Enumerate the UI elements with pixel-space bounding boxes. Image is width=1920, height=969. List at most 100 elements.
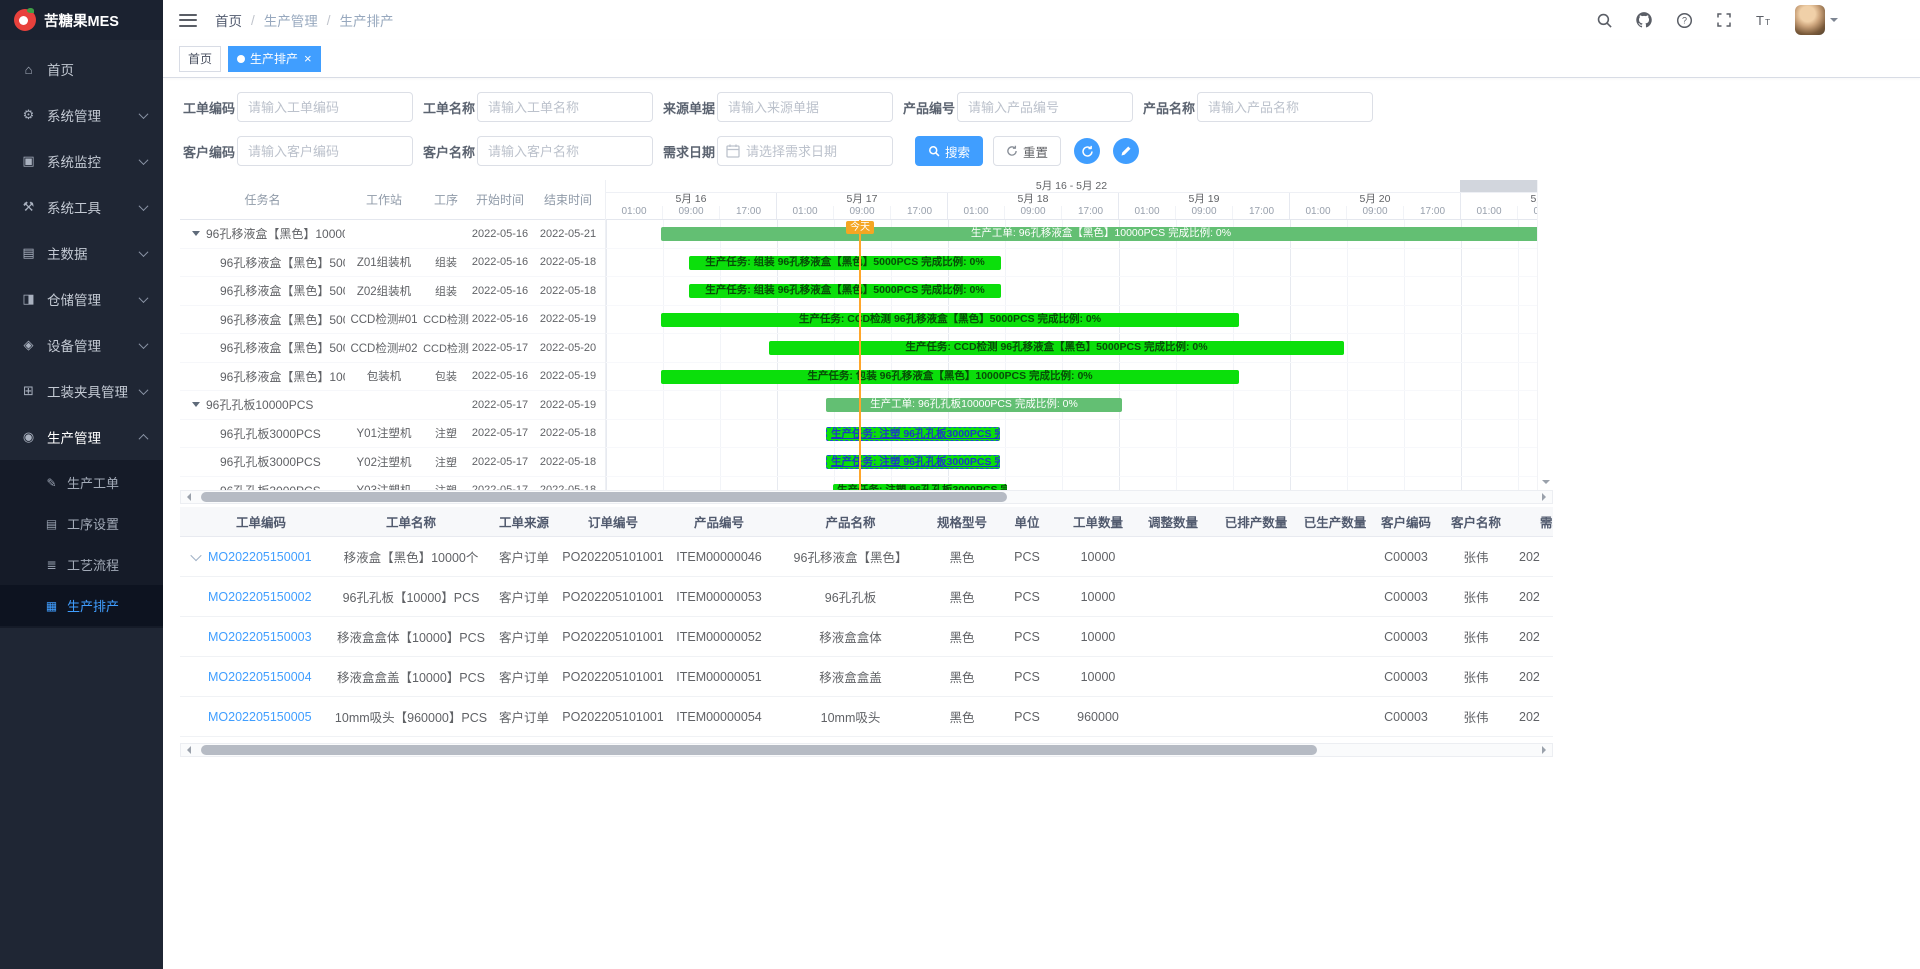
- filter-source-doc: 来源单据: [663, 92, 893, 122]
- customer-code-input[interactable]: [237, 136, 413, 166]
- sidebar-menu-item[interactable]: ◨ 仓储管理: [0, 276, 163, 322]
- workstation: Y01注塑机: [345, 425, 423, 441]
- font-size-icon[interactable]: TT: [1755, 11, 1773, 29]
- gantt-task-row[interactable]: 96孔移液盒【黑色】10000PCS 2022-05-16 2022-05-21: [180, 220, 605, 249]
- gantt-horizontal-scrollbar[interactable]: [180, 490, 1553, 504]
- sidebar-menu-label: 系统监控: [47, 151, 140, 171]
- edit-button[interactable]: [1113, 138, 1139, 164]
- gantt-bar[interactable]: 生产任务: 组装 96孔移液盒【黑色】5000PCS 完成比例: 0%: [689, 256, 1001, 270]
- product-code-input[interactable]: [957, 92, 1133, 122]
- scroll-left-arrow-icon[interactable]: [181, 744, 195, 756]
- sidebar-menu-label: 首页: [47, 59, 147, 79]
- breadcrumb-production[interactable]: 生产管理: [264, 10, 318, 30]
- order-row[interactable]: MO202205150003 移液盒盒体【10000】PCS 客户订单 PO20…: [180, 617, 1553, 657]
- work-order-link[interactable]: MO202205150005: [208, 710, 312, 724]
- sidebar-menu-item[interactable]: ⚙ 系统管理: [0, 92, 163, 138]
- task-name: 96孔移液盒【黑色】10000PCS: [206, 225, 345, 242]
- tools-icon: ⚒: [20, 199, 37, 215]
- fullscreen-icon[interactable]: [1715, 11, 1733, 29]
- user-menu[interactable]: [1795, 5, 1838, 35]
- order-row[interactable]: MO202205150002 96孔孔板【10000】PCS 客户订单 PO20…: [180, 577, 1553, 617]
- sidebar-submenu-item[interactable]: ≣ 工艺流程: [0, 544, 163, 585]
- product-name: 10mm吸头: [768, 707, 933, 726]
- gantt-bar[interactable]: 生产任务: CCD检测 96孔移液盒【黑色】5000PCS 完成比例: 0%: [661, 313, 1239, 327]
- tag-home[interactable]: 首页: [179, 46, 221, 72]
- gantt-task-row[interactable]: 96孔移液盒【黑色】5000PCS Z01组装机 组装 2022-05-16 2…: [180, 249, 605, 278]
- order-row[interactable]: MO202205150004 移液盒盒盖【10000】PCS 客户订单 PO20…: [180, 657, 1553, 697]
- gantt-bar[interactable]: 生产工单: 96孔移液盒【黑色】10000PCS 完成比例: 0%: [661, 227, 1537, 241]
- gantt-bar[interactable]: 生产任务: 包装 96孔移液盒【黑色】10000PCS 完成比例: 0%: [661, 370, 1239, 384]
- sidebar-submenu-item[interactable]: ▤ 工序设置: [0, 503, 163, 544]
- work-order-name: 移液盒盒体【10000】PCS: [330, 627, 492, 646]
- order-qty: 960000: [1063, 710, 1133, 724]
- product-name: 96孔孔板: [768, 587, 933, 606]
- source-doc-input[interactable]: [717, 92, 893, 122]
- tag-current[interactable]: 生产排产 ×: [228, 46, 321, 72]
- unit: PCS: [991, 550, 1063, 564]
- sidebar-menu-item[interactable]: ◈ 设备管理: [0, 322, 163, 368]
- search-icon[interactable]: [1595, 11, 1613, 29]
- gantt-task-row[interactable]: 96孔移液盒【黑色】5000PCS CCD检测#02 CCD检测 2022-05…: [180, 334, 605, 363]
- order-qty: 10000: [1063, 550, 1133, 564]
- task-name: 96孔移液盒【黑色】5000PCS: [220, 282, 345, 299]
- sidebar-menu-item[interactable]: ▣ 系统监控: [0, 138, 163, 184]
- end-time: 2022-05-20: [531, 342, 605, 354]
- work-order-link[interactable]: MO202205150002: [208, 590, 312, 604]
- tree-expand-icon[interactable]: [192, 402, 200, 411]
- search-button[interactable]: 搜索: [915, 136, 983, 166]
- gantt-task-row[interactable]: 96孔移液盒【黑色】5000PCS CCD检测#01 CCD检测 2022-05…: [180, 306, 605, 335]
- reset-button[interactable]: 重置: [993, 136, 1061, 166]
- hamburger-menu-icon[interactable]: [179, 14, 197, 27]
- work-order-link[interactable]: MO202205150001: [208, 550, 312, 564]
- scrollbar-thumb[interactable]: [201, 492, 1007, 502]
- process-settings-icon: ▤: [44, 517, 59, 531]
- gantt-task-row[interactable]: 96孔移液盒【黑色】10000PCS 包装机 包装 2022-05-16 202…: [180, 363, 605, 392]
- sidebar-menu-item[interactable]: ◉ 生产管理: [0, 414, 163, 460]
- process: CCD检测: [423, 311, 469, 327]
- gantt-task-row[interactable]: 96孔孔板10000PCS 2022-05-17 2022-05-19: [180, 391, 605, 420]
- sidebar-menu-item[interactable]: ⚒ 系统工具: [0, 184, 163, 230]
- demand-date-input[interactable]: [717, 136, 893, 166]
- scroll-left-arrow-icon[interactable]: [181, 491, 195, 503]
- sidebar-menu-item[interactable]: ▤ 主数据: [0, 230, 163, 276]
- sidebar-menu-item[interactable]: ⌂ 首页: [0, 46, 163, 92]
- start-time: 2022-05-17: [469, 484, 531, 490]
- work-order-name-input[interactable]: [477, 92, 653, 122]
- work-order-link[interactable]: MO202205150004: [208, 670, 312, 684]
- gantt-vertical-scrollbar[interactable]: [1537, 180, 1553, 490]
- close-icon[interactable]: ×: [304, 52, 312, 65]
- gantt-bar[interactable]: 生产任务: 注塑 96孔孔板3000PCS 完成比例: 0%: [826, 455, 1000, 469]
- order-row[interactable]: MO202205150005 10mm吸头【960000】PCS 客户订单 PO…: [180, 697, 1553, 737]
- scroll-right-arrow-icon[interactable]: [1538, 744, 1552, 756]
- gantt-task-row[interactable]: 96孔孔板3000PCS Y02注塑机 注塑 2022-05-17 2022-0…: [180, 448, 605, 477]
- task-name: 96孔移液盒【黑色】10000PCS: [220, 368, 345, 385]
- gantt-task-row[interactable]: 96孔移液盒【黑色】5000PCS Z02组装机 组装 2022-05-16 2…: [180, 277, 605, 306]
- work-order-link[interactable]: MO202205150003: [208, 630, 312, 644]
- filter-customer-name: 客户名称: [423, 136, 653, 166]
- gantt-bar[interactable]: 生产任务: CCD检测 96孔移液盒【黑色】5000PCS 完成比例: 0%: [769, 341, 1344, 355]
- product-name-input[interactable]: [1197, 92, 1373, 122]
- gantt-bar[interactable]: 生产任务: 注塑 96孔孔板3000PCS 完成比例: 0%: [826, 427, 1000, 441]
- scroll-down-arrow-icon[interactable]: [1538, 476, 1553, 490]
- sync-button[interactable]: [1074, 138, 1100, 164]
- orders-table-body: MO202205150001 移液盒【黑色】10000个 客户订单 PO2022…: [180, 537, 1553, 737]
- github-icon[interactable]: [1635, 11, 1653, 29]
- gantt-task-row[interactable]: 96孔孔板3000PCS Y03注塑机 注塑 2022-05-17 2022-0…: [180, 477, 605, 491]
- breadcrumb-home[interactable]: 首页: [215, 10, 242, 30]
- app-logo[interactable]: 苦糖果MES: [0, 0, 163, 40]
- expand-caret-icon[interactable]: [190, 550, 201, 561]
- gantt-task-row[interactable]: 96孔孔板3000PCS Y01注塑机 注塑 2022-05-17 2022-0…: [180, 420, 605, 449]
- gantt-bar[interactable]: 生产工单: 96孔孔板10000PCS 完成比例: 0%: [826, 398, 1122, 412]
- customer-name-input[interactable]: [477, 136, 653, 166]
- work-order-code-input[interactable]: [237, 92, 413, 122]
- scrollbar-thumb[interactable]: [201, 745, 1317, 755]
- sidebar-submenu-item[interactable]: ▦ 生产排产: [0, 585, 163, 626]
- sidebar-menu-item[interactable]: ⊞ 工装夹具管理: [0, 368, 163, 414]
- gantt-bar[interactable]: 生产任务: 组装 96孔移液盒【黑色】5000PCS 完成比例: 0%: [689, 284, 1001, 298]
- order-row[interactable]: MO202205150001 移液盒【黑色】10000个 客户订单 PO2022…: [180, 537, 1553, 577]
- orders-horizontal-scrollbar[interactable]: [180, 743, 1553, 757]
- question-icon[interactable]: ?: [1675, 11, 1693, 29]
- scroll-right-arrow-icon[interactable]: [1538, 491, 1552, 503]
- sidebar-submenu-item[interactable]: ✎ 生产工单: [0, 462, 163, 503]
- tree-expand-icon[interactable]: [192, 231, 200, 240]
